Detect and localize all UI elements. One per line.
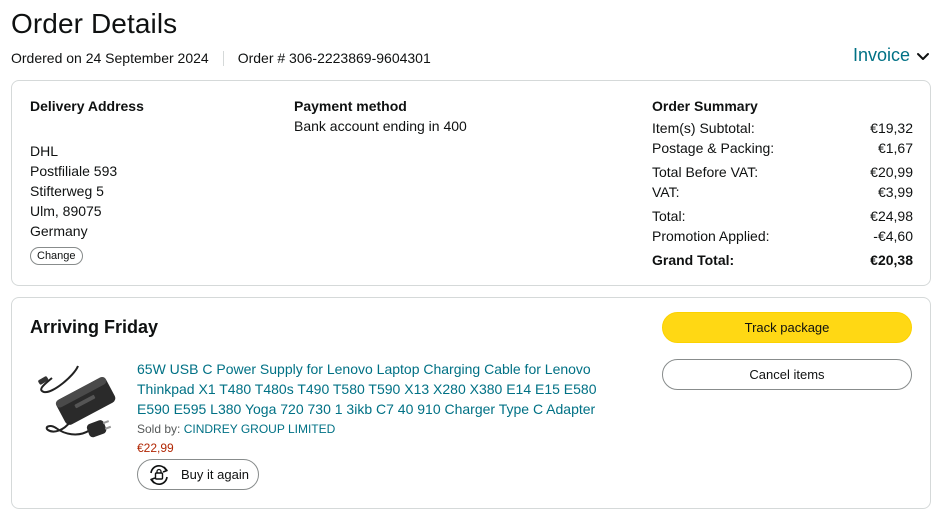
cancel-items-button[interactable]: Cancel items — [662, 359, 912, 390]
summary-label: Total Before VAT: — [652, 164, 759, 180]
summary-row-subtotal: Item(s) Subtotal: €19,32 — [652, 118, 913, 138]
summary-label: Total: — [652, 208, 686, 224]
summary-value: €20,99 — [870, 164, 913, 180]
payment-method-text: Bank account ending in 400 — [294, 118, 467, 134]
buy-again-label: Buy it again — [181, 467, 249, 482]
order-summary: Order Summary Item(s) Subtotal: €19,32 P… — [652, 98, 913, 270]
sold-by-label: Sold by: — [137, 422, 181, 436]
product-price: €22,99 — [137, 441, 174, 455]
track-package-button[interactable]: Track package — [662, 312, 912, 343]
summary-label: Promotion Applied: — [652, 228, 770, 244]
summary-value: €3,99 — [877, 184, 913, 200]
address-line: Stifterweg 5 — [30, 183, 104, 199]
change-address-button[interactable]: Change — [30, 247, 83, 265]
chevron-down-icon — [917, 52, 929, 60]
invoice-label: Invoice — [852, 45, 910, 65]
address-line: Germany — [30, 223, 88, 239]
delivery-address-heading: Delivery Address — [30, 98, 144, 114]
summary-value: €1,67 — [877, 140, 913, 156]
summary-value: €19,32 — [870, 120, 913, 136]
address-lines: DHL Postfiliale 593 Stifterweg 5 Ulm, 89… — [30, 141, 270, 241]
cancel-items-label: Cancel items — [749, 367, 825, 382]
summary-row-vat: VAT: €3,99 — [652, 182, 913, 202]
summary-label: VAT: — [652, 184, 680, 200]
summary-label: Postage & Packing: — [652, 140, 775, 156]
track-package-label: Track package — [744, 320, 830, 335]
summary-label: Item(s) Subtotal: — [652, 120, 755, 136]
delivery-status: Arriving Friday — [30, 317, 159, 337]
delivery-address: Delivery Address DHL Postfiliale 593 Sti… — [30, 98, 270, 265]
address-line: Postfiliale 593 — [30, 163, 118, 179]
seller-line: Sold by: CINDREY GROUP LIMITED — [137, 422, 627, 436]
summary-value: €24,98 — [870, 208, 913, 224]
order-number: Order # 306-2223869-9604301 — [237, 50, 431, 66]
ordered-date: Ordered on 24 September 2024 — [11, 50, 209, 66]
order-info-card: Delivery Address DHL Postfiliale 593 Sti… — [11, 80, 931, 286]
payment-method: Payment method Bank account ending in 40… — [294, 98, 467, 134]
address-line: DHL — [30, 143, 59, 159]
summary-row-promotion: Promotion Applied: -€4,60 — [652, 226, 913, 246]
seller-link[interactable]: CINDREY GROUP LIMITED — [184, 422, 336, 436]
summary-row-postage: Postage & Packing: €1,67 — [652, 138, 913, 158]
summary-label: Grand Total: — [652, 252, 735, 268]
divider — [222, 50, 224, 66]
summary-row-before-vat: Total Before VAT: €20,99 — [652, 162, 913, 182]
page-title: Order Details — [11, 8, 178, 39]
buy-again-button[interactable]: Buy it again — [137, 459, 259, 490]
summary-value: €20,38 — [870, 252, 913, 268]
shipment-card: Arriving Friday 65W USB C Power Supply f… — [11, 297, 931, 509]
invoice-dropdown[interactable]: Invoice — [853, 45, 930, 66]
product-image[interactable] — [34, 356, 126, 446]
product-info: 65W USB C Power Supply for Lenovo Laptop… — [137, 359, 627, 455]
order-meta: Ordered on 24 September 2024 Order # 306… — [11, 50, 431, 66]
summary-value: -€4,60 — [873, 228, 913, 244]
payment-method-heading: Payment method — [294, 98, 407, 114]
address-line: Ulm, 89075 — [30, 203, 102, 219]
summary-row-total: Total: €24,98 — [652, 206, 913, 226]
buy-again-icon — [150, 464, 168, 485]
summary-row-grand-total: Grand Total: €20,38 — [652, 250, 913, 270]
order-summary-heading: Order Summary — [652, 98, 758, 114]
product-title-link[interactable]: 65W USB C Power Supply for Lenovo Laptop… — [137, 359, 627, 419]
